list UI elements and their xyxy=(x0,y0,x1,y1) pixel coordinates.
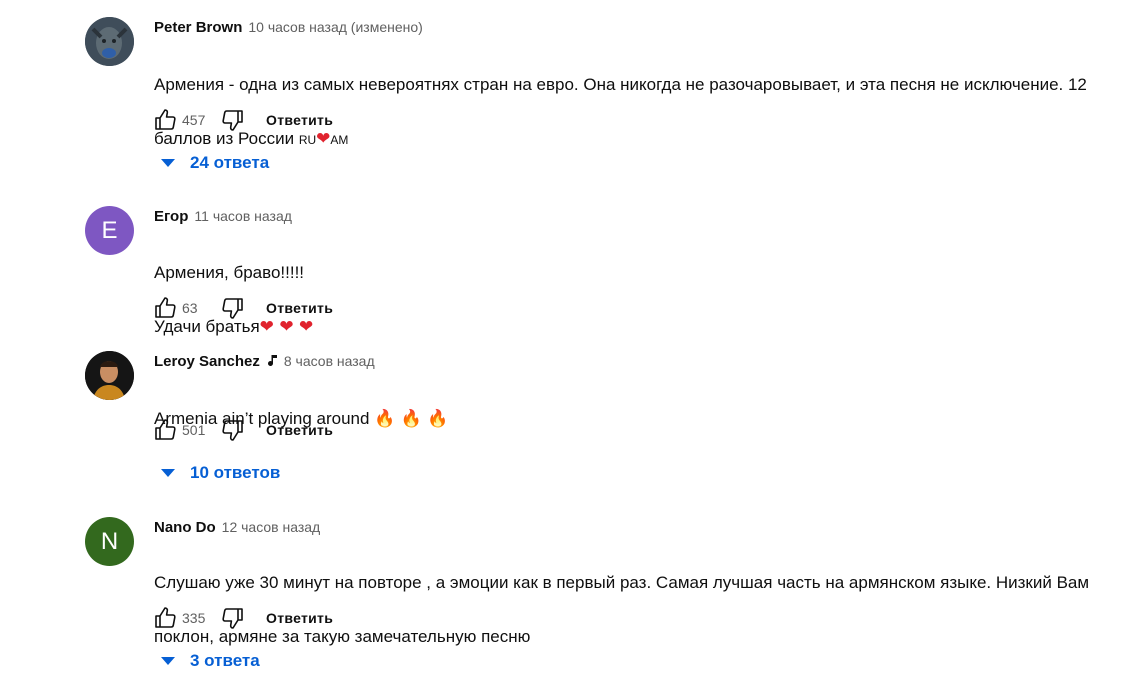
replies-label: 3 ответа xyxy=(190,651,260,670)
avatar[interactable] xyxy=(85,17,134,66)
fire-emoji: 🔥 🔥 🔥 xyxy=(374,409,449,429)
reply-button[interactable]: Ответить xyxy=(266,300,333,316)
comment-header: Егор 11 часов назад xyxy=(154,206,292,226)
comment-header: Leroy Sanchez 8 часов назад xyxy=(154,351,375,371)
like-count: 457 xyxy=(182,112,206,128)
comment-actions: 501 Ответить xyxy=(150,415,333,445)
comment-text: Армения, браво!!!!! Удачи братья❤ ❤ ❤ xyxy=(154,232,1130,341)
timestamp[interactable]: 11 часов назад xyxy=(194,208,292,224)
author-name[interactable]: Nano Do xyxy=(154,519,216,536)
timestamp[interactable]: 12 часов назад xyxy=(222,519,321,535)
like-icon[interactable] xyxy=(150,415,180,445)
comment-text-line: Армения, браво!!!!! xyxy=(154,263,305,282)
reply-button[interactable]: Ответить xyxy=(266,112,333,128)
avatar[interactable] xyxy=(85,351,134,400)
avatar-letter: N xyxy=(100,527,119,555)
dislike-icon[interactable] xyxy=(218,415,248,445)
like-icon[interactable] xyxy=(150,603,180,633)
avatar-letter: E xyxy=(101,216,118,244)
reply-button[interactable]: Ответить xyxy=(266,422,333,438)
music-note-icon xyxy=(266,354,278,368)
comment-header: Peter Brown 10 часов назад (изменено) xyxy=(154,17,423,37)
caret-down-icon xyxy=(161,469,175,477)
view-replies-button[interactable]: 10 ответов xyxy=(160,458,280,488)
author-name[interactable]: Leroy Sanchez xyxy=(154,353,260,370)
comment-header: Nano Do 12 часов назад xyxy=(154,517,320,537)
like-icon[interactable] xyxy=(150,293,180,323)
view-replies-button[interactable]: 24 ответа xyxy=(160,148,269,178)
caret-down-icon xyxy=(161,657,175,665)
like-count: 335 xyxy=(182,610,206,626)
view-replies-button[interactable]: 3 ответа xyxy=(160,646,260,676)
avatar[interactable]: N xyxy=(85,517,134,566)
timestamp[interactable]: 10 часов назад (изменено) xyxy=(248,19,422,35)
flag-ru: RU xyxy=(298,133,317,147)
avatar[interactable]: E xyxy=(85,206,134,255)
comment-actions: 335 Ответить xyxy=(150,603,333,633)
author-name[interactable]: Егор xyxy=(154,208,188,225)
comment-text-line: Слушаю уже 30 минут на повторе , а эмоци… xyxy=(154,573,1090,592)
comment-actions: 63 Ответить xyxy=(150,293,333,323)
dislike-icon[interactable] xyxy=(218,293,248,323)
like-count: 501 xyxy=(182,422,206,438)
dislike-icon[interactable] xyxy=(218,105,248,135)
comment-actions: 457 Ответить xyxy=(150,105,333,135)
replies-label: 10 ответов xyxy=(190,463,281,482)
flag-am: AM xyxy=(330,133,349,147)
comment-text-line: Армения - одна из самых невероятнях стра… xyxy=(154,75,1087,94)
like-count: 63 xyxy=(182,300,198,316)
author-name[interactable]: Peter Brown xyxy=(154,19,242,36)
like-icon[interactable] xyxy=(150,105,180,135)
comment-text: Армения - одна из самых невероятнях стра… xyxy=(154,44,1130,154)
comment-text: Слушаю уже 30 минут на повторе , а эмоци… xyxy=(154,542,1130,650)
dislike-icon[interactable] xyxy=(218,603,248,633)
timestamp[interactable]: 8 часов назад xyxy=(284,353,375,369)
reply-button[interactable]: Ответить xyxy=(266,610,333,626)
replies-label: 24 ответа xyxy=(190,153,270,172)
caret-down-icon xyxy=(161,159,175,167)
